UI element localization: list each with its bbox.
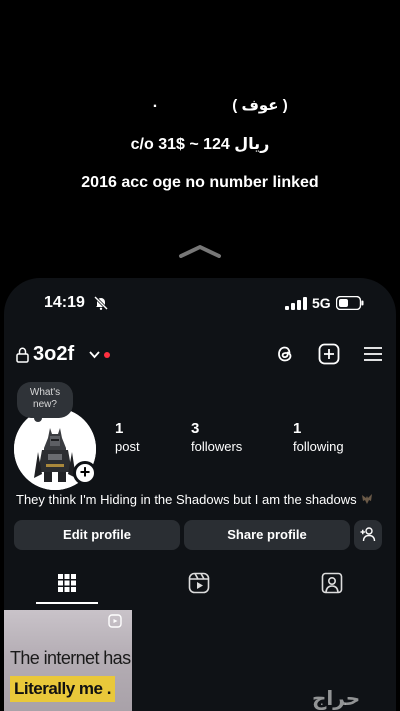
stat-following[interactable]: 1 following <box>293 420 344 454</box>
active-tab-indicator <box>36 602 98 604</box>
caption-line-3: 2016 acc oge no number linked <box>81 174 319 191</box>
stat-following-value: 1 <box>293 420 302 437</box>
post-thumbnail[interactable]: The internet has Literally me . <box>4 610 132 711</box>
stat-followers-label: followers <box>191 439 243 454</box>
post-caption-line-2: Literally me . <box>10 676 115 702</box>
plus-square-icon[interactable] <box>318 343 340 365</box>
stat-followers-value: 3 <box>191 420 200 437</box>
chevron-down-icon[interactable] <box>89 350 100 359</box>
edit-profile-button[interactable]: Edit profile <box>14 520 180 550</box>
network-label: 5G <box>312 295 331 311</box>
bio-text: They think I'm Hiding in the Shadows but… <box>16 492 357 507</box>
caption-line-2: c/o 31$ ~ 124 ريال <box>130 136 270 153</box>
stat-posts[interactable]: 1 post <box>115 420 140 454</box>
note-line-2: new? <box>33 399 57 410</box>
caption-line-1: ( عوف ) <box>232 97 288 114</box>
chevron-up-icon <box>179 245 221 258</box>
add-user-icon <box>360 527 376 542</box>
share-profile-button[interactable]: Share profile <box>184 520 350 550</box>
stat-posts-label: post <box>115 439 140 454</box>
stat-followers[interactable]: 3 followers <box>191 420 242 454</box>
status-time: 14:19 <box>44 294 85 311</box>
battery-icon <box>336 296 364 310</box>
notification-dot <box>104 352 110 358</box>
note-bubble[interactable]: What's new? <box>17 382 73 418</box>
threads-icon[interactable] <box>274 343 296 365</box>
note-bubble-tail <box>34 414 42 422</box>
stat-posts-value: 1 <box>115 420 124 437</box>
watermark: حراج <box>312 686 361 710</box>
reel-badge-icon <box>108 614 122 628</box>
bat-emoji-icon <box>362 494 373 504</box>
stat-following-label: following <box>293 439 344 454</box>
phone-screen: 14:19 5G 3o2f What's new? + 1 post 3 fol… <box>4 278 396 711</box>
grid-icon[interactable] <box>56 572 78 594</box>
username[interactable]: 3o2f <box>33 343 74 366</box>
post-caption-line-1: The internet has <box>10 648 131 668</box>
lock-icon <box>16 347 29 363</box>
note-line-1: What's <box>29 387 61 398</box>
bell-muted-icon <box>93 295 109 311</box>
menu-icon[interactable] <box>363 346 383 362</box>
tagged-icon[interactable] <box>321 572 343 594</box>
add-user-button[interactable] <box>354 520 382 550</box>
signal-icon <box>285 297 307 310</box>
bio: They think I'm Hiding in the Shadows but… <box>16 492 388 507</box>
add-story-button[interactable]: + <box>73 461 97 485</box>
reels-icon[interactable] <box>188 572 210 594</box>
